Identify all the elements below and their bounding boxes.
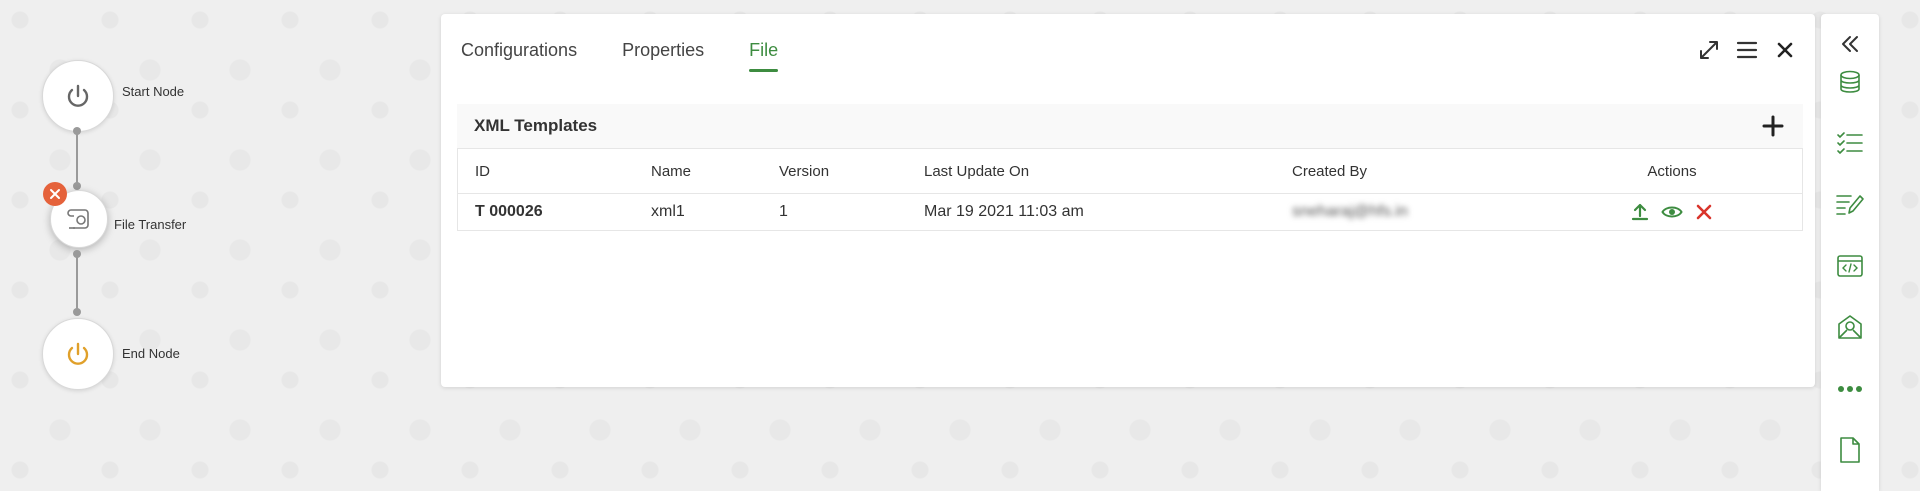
column-header-id: ID (457, 148, 651, 194)
connector-dot (73, 308, 81, 316)
tab-configurations[interactable]: Configurations (461, 40, 577, 69)
file-transfer-node-label: File Transfer (114, 217, 187, 232)
database-icon (1840, 70, 1860, 93)
eye-icon (1661, 206, 1683, 218)
mail-button[interactable] (1835, 312, 1865, 342)
mail-icon (1838, 315, 1862, 339)
panel-tabs: Configurations Properties File (461, 40, 779, 72)
close-icon (1696, 204, 1712, 220)
edit-list-button[interactable] (1835, 189, 1865, 219)
collapse-icon (1842, 36, 1858, 52)
checklist-icon (1837, 132, 1863, 155)
row-version: 1 (779, 193, 924, 231)
start-node[interactable] (42, 60, 114, 132)
close-panel-button[interactable] (1773, 38, 1797, 62)
table-row: T 000026 xml1 1 Mar 19 2021 11:03 am sne… (457, 193, 1803, 231)
row-last-update: Mar 19 2021 11:03 am (924, 193, 1292, 231)
collapse-sidebar-button[interactable] (1835, 29, 1865, 59)
column-header-last-update: Last Update On (924, 148, 1292, 194)
node-config-panel: Configurations Properties File XML Templ… (441, 14, 1815, 387)
remove-node-button[interactable] (43, 182, 67, 206)
document-icon (1840, 437, 1860, 463)
row-id: T 000026 (457, 193, 651, 231)
edit-list-icon (1836, 195, 1864, 215)
start-node-label: Start Node (122, 84, 185, 99)
upload-button[interactable] (1629, 201, 1651, 223)
checklist-button[interactable] (1835, 128, 1865, 158)
menu-icon (1736, 41, 1758, 59)
file-transfer-icon (67, 209, 89, 229)
row-actions (1542, 201, 1802, 223)
document-button[interactable] (1835, 435, 1865, 465)
code-window-button[interactable] (1835, 251, 1865, 281)
end-node-label: End Node (122, 346, 180, 361)
more-icon (1838, 386, 1862, 392)
menu-button[interactable] (1735, 38, 1759, 62)
connector-line (76, 254, 78, 312)
view-button[interactable] (1661, 201, 1683, 223)
templates-table: ID Name Version Last Update On Created B… (457, 148, 1803, 231)
tab-file[interactable]: File (749, 40, 779, 72)
xml-templates-header: XML Templates (457, 104, 1803, 148)
tab-properties[interactable]: Properties (622, 40, 704, 69)
delete-button[interactable] (1693, 201, 1715, 223)
row-created-by: sneharaj@hfs.in (1292, 203, 1408, 220)
column-header-name: Name (651, 148, 779, 194)
power-icon (67, 342, 89, 365)
connector-dot (73, 182, 81, 190)
plus-icon (1762, 115, 1784, 137)
section-title: XML Templates (474, 116, 598, 135)
upload-icon (1631, 203, 1649, 221)
power-icon (67, 84, 89, 107)
more-button[interactable] (1835, 374, 1865, 404)
close-icon (1777, 42, 1793, 58)
column-header-created-by: Created By (1292, 148, 1542, 194)
database-button[interactable] (1835, 67, 1865, 97)
panel-toolbar (1697, 38, 1797, 62)
close-icon (50, 189, 60, 199)
row-name: xml1 (651, 193, 779, 231)
end-node[interactable] (42, 318, 114, 390)
column-header-actions: Actions (1542, 148, 1803, 194)
expand-button[interactable] (1697, 38, 1721, 62)
right-sidebar (1821, 14, 1879, 491)
connector-line (76, 131, 78, 185)
add-template-button[interactable] (1759, 112, 1787, 140)
expand-icon (1700, 41, 1718, 59)
code-window-icon (1837, 255, 1863, 277)
xml-templates-section: XML Templates ID Name Version Last Updat… (457, 104, 1803, 231)
column-header-version: Version (779, 148, 924, 194)
table-header-row: ID Name Version Last Update On Created B… (457, 148, 1803, 194)
